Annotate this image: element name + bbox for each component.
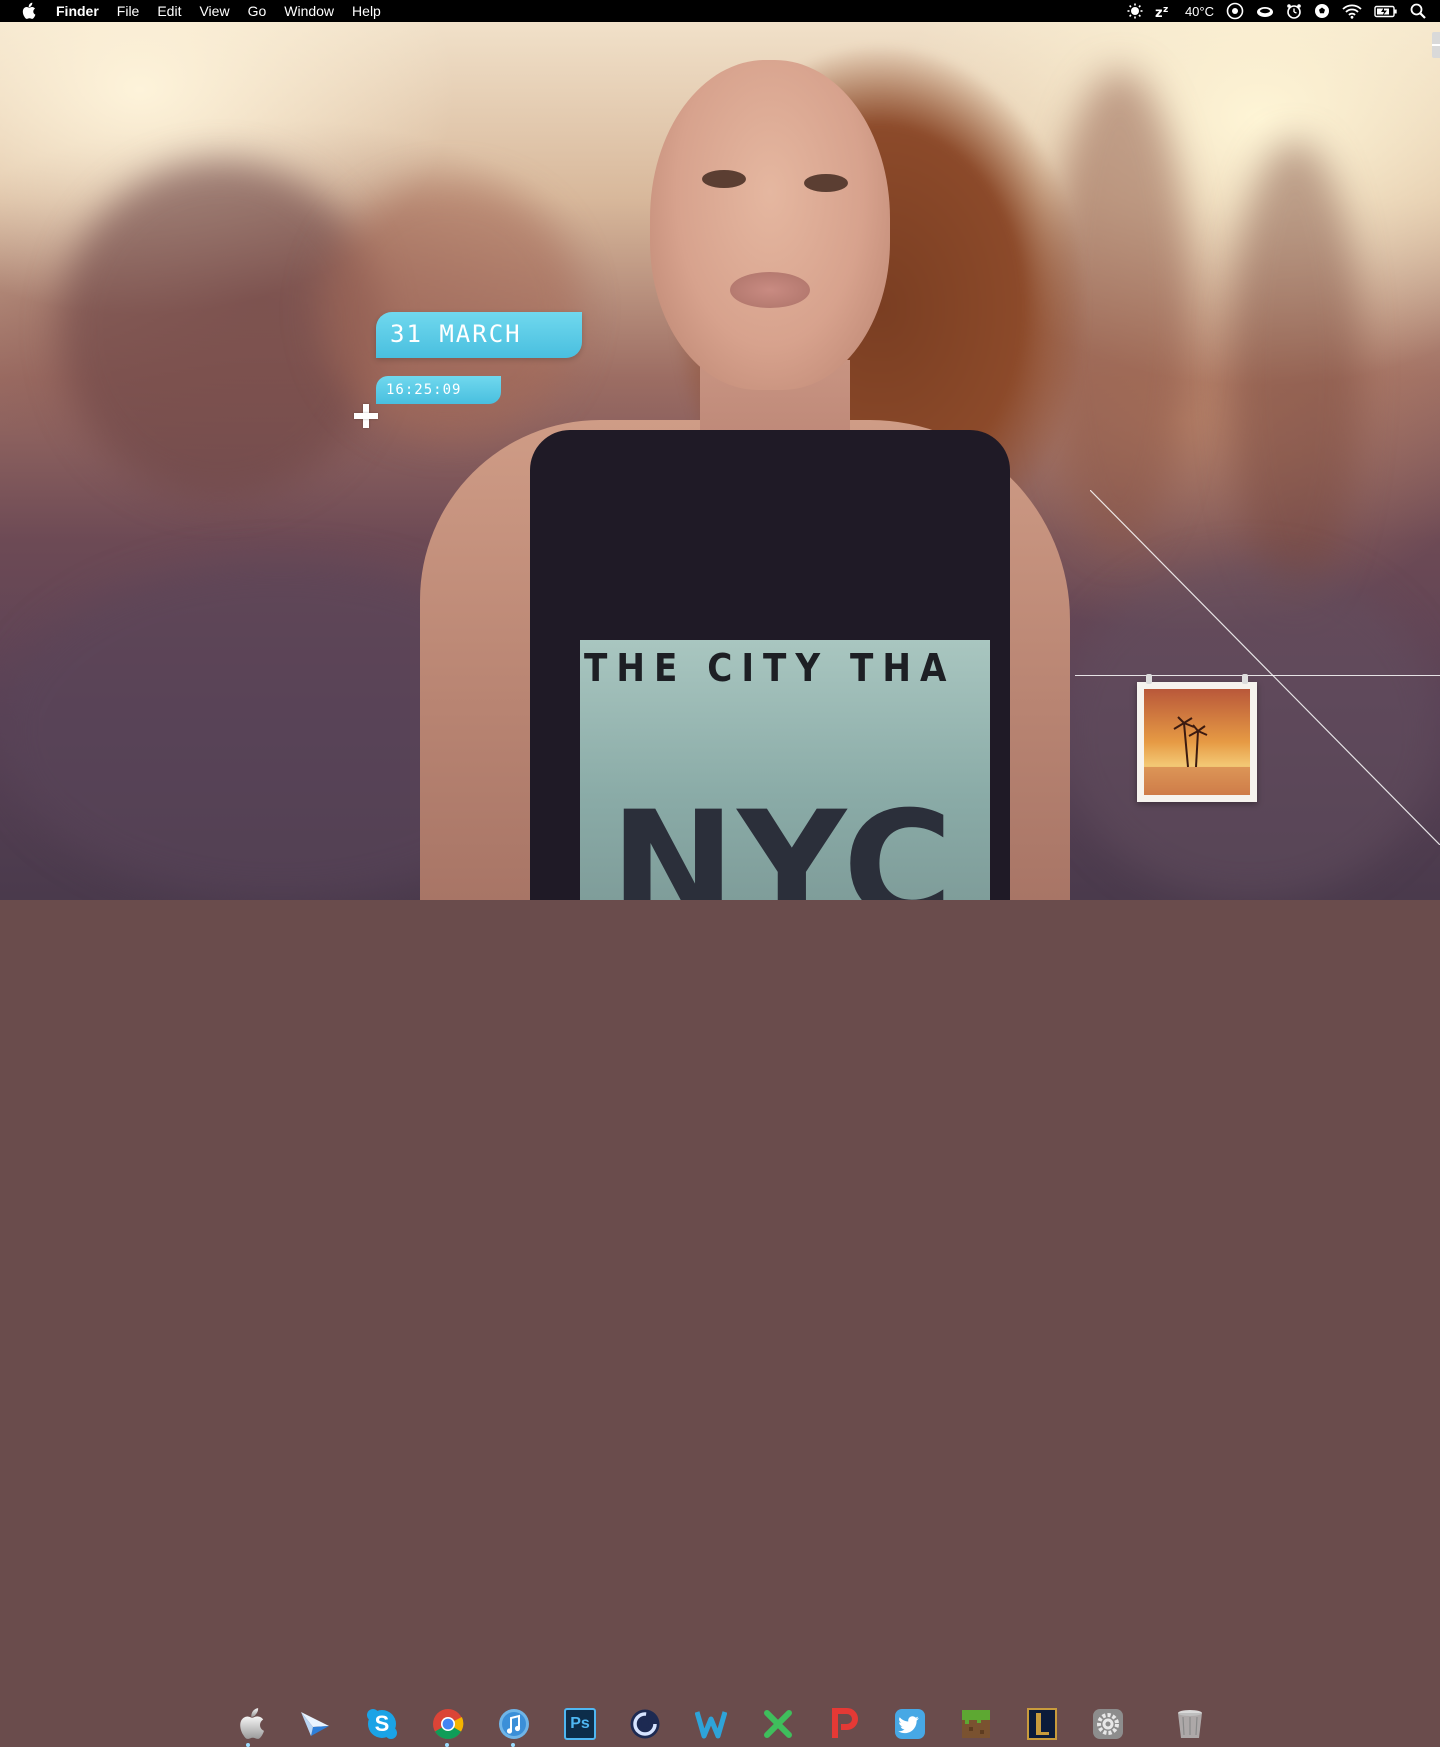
cloud-app-icon[interactable] [1250,0,1280,22]
menu-help[interactable]: Help [343,0,390,22]
running-indicator [445,1743,449,1747]
brightness-icon[interactable] [1121,0,1149,22]
soccer-ball-icon[interactable] [1308,0,1336,22]
dock-pocket-icon[interactable] [827,1707,861,1741]
dock-system-preferences-icon[interactable] [1091,1707,1125,1741]
spotlight-search-icon[interactable] [1404,0,1440,22]
wallpaper-shirt-text: THE CITY THA [584,646,956,690]
menu-window[interactable]: Window [275,0,343,22]
album-cover-image [1144,689,1250,795]
wallpaper-eye [804,174,848,192]
dock-trash-icon[interactable] [1173,1707,1207,1741]
sleep-icon[interactable]: zz [1149,0,1179,22]
sidebar-edge-tab[interactable] [1432,32,1440,58]
dock-cinema4d-icon[interactable] [628,1707,662,1741]
dock-x-app-icon[interactable] [761,1707,795,1741]
dock-wunderlist-icon[interactable] [694,1707,728,1741]
dock-twitter-icon[interactable] [893,1707,927,1741]
scrobbler-icon[interactable] [1220,0,1250,22]
svg-text:z: z [1163,5,1168,15]
album-artwork[interactable] [1137,674,1257,802]
menu-view[interactable]: View [190,0,238,22]
menu-go[interactable]: Go [239,0,276,22]
dock-finder-apple-icon[interactable] [233,1707,267,1741]
dock-itunes-icon[interactable] [497,1707,531,1741]
dock-league-of-legends-icon[interactable] [1025,1707,1059,1741]
status-area: zz 40°C [1121,0,1440,22]
temperature-readout[interactable]: 40°C [1179,0,1220,22]
pin-icon [1146,674,1152,684]
dock: S Ps [0,850,1440,1747]
clock-widget-time: 16:25:09 [386,382,462,398]
dock-photoshop-icon[interactable]: Ps [563,1707,597,1741]
menu-edit[interactable]: Edit [148,0,190,22]
battery-icon[interactable] [1368,0,1404,22]
menu-app-name[interactable]: Finder [56,0,108,22]
wallpaper-face [650,60,890,390]
dock-chrome-icon[interactable] [431,1707,465,1741]
wallpaper-lips [730,272,810,308]
pin-icon [1242,674,1248,684]
dock-minecraft-icon[interactable] [959,1707,993,1741]
svg-text:z: z [1155,6,1163,18]
add-widget-plus-icon[interactable] [354,404,378,428]
wifi-icon[interactable] [1336,0,1368,22]
svg-text:S: S [375,1711,390,1736]
menu-bar: Finder File Edit View Go Window Help zz … [0,0,1440,22]
wallpaper-eye [702,170,746,188]
clock-widget-date: 31 MARCH [390,320,522,348]
running-indicator [246,1743,250,1747]
menu-file[interactable]: File [108,0,149,22]
apple-menu-icon[interactable] [0,2,56,20]
alarm-clock-icon[interactable] [1280,0,1308,22]
dock-skype-icon[interactable]: S [365,1707,399,1741]
dock-mail-app-icon[interactable] [298,1707,332,1741]
running-indicator [511,1743,515,1747]
